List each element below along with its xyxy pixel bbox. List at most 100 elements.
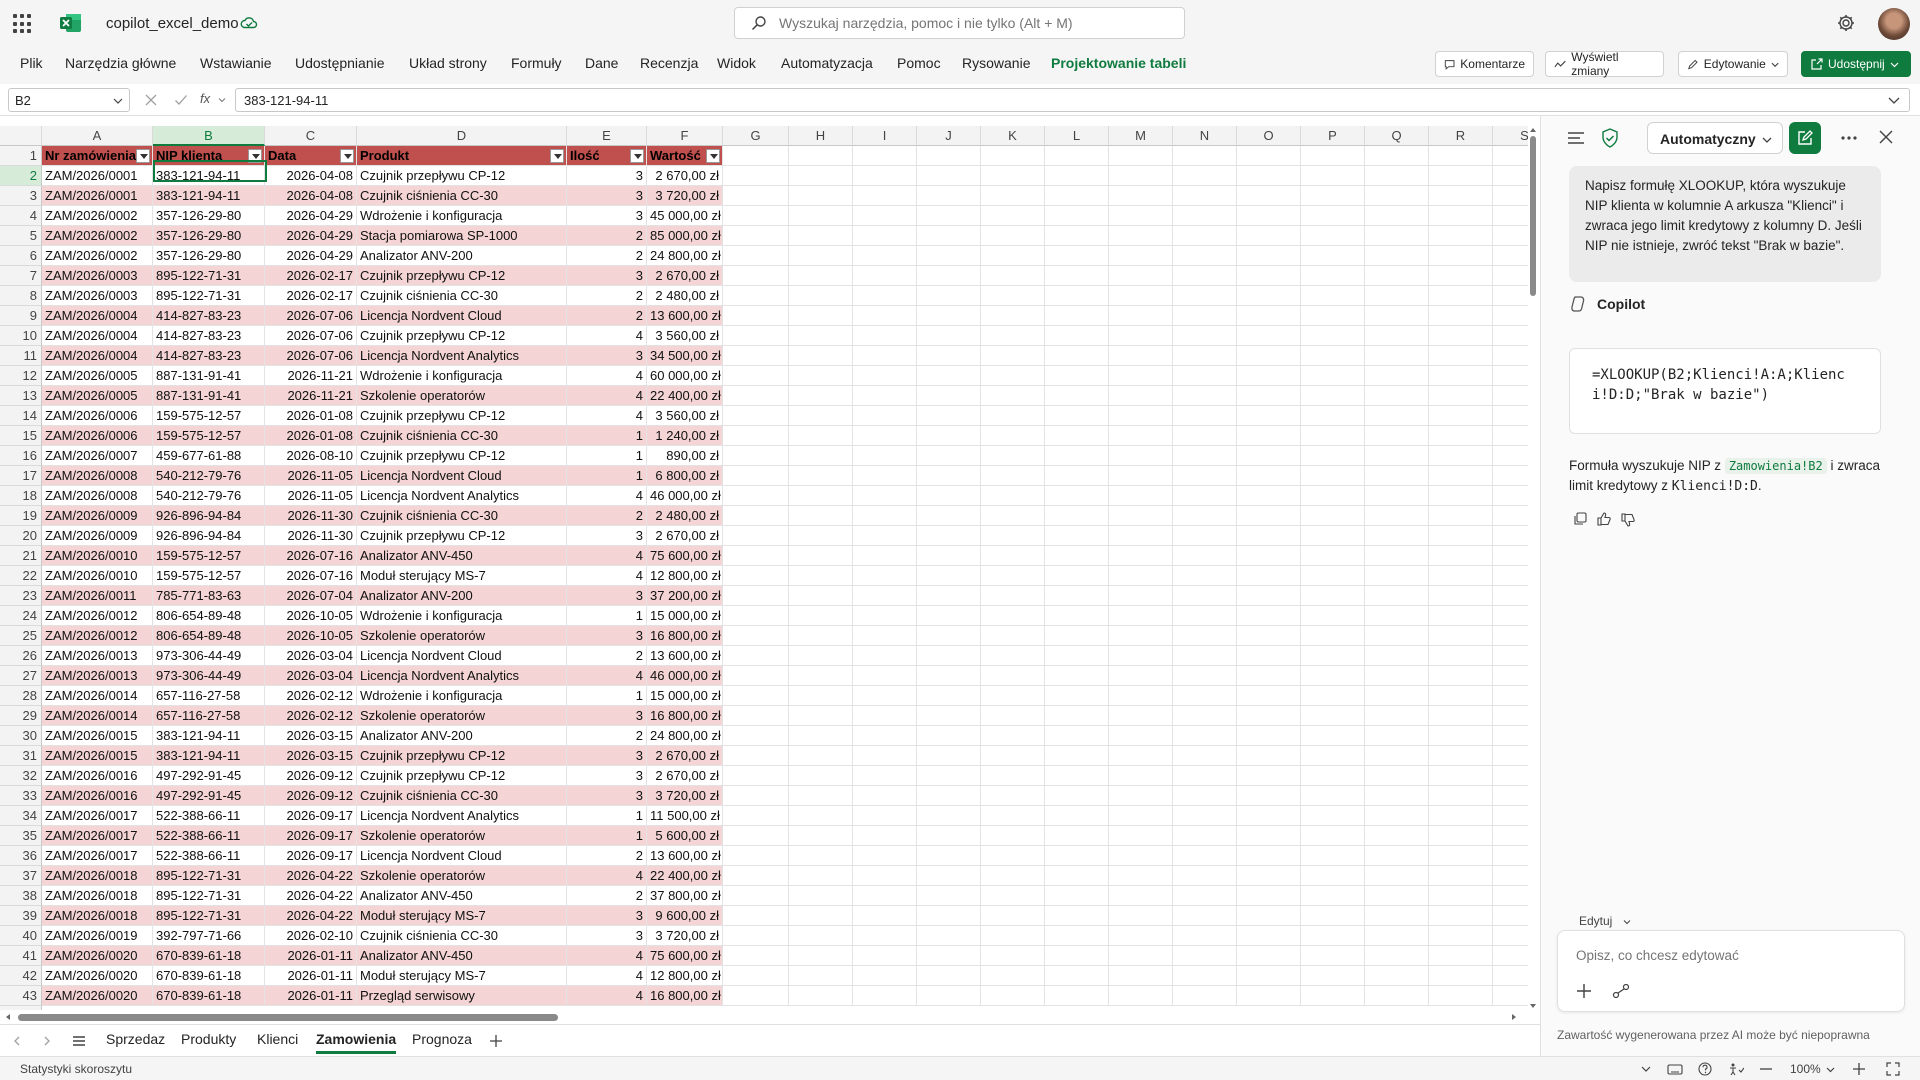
table-cell[interactable]: Analizator ANV-450 xyxy=(357,886,567,906)
table-cell[interactable]: 12 800,00 zł xyxy=(647,966,723,986)
table-cell[interactable]: 159-575-12-57 xyxy=(153,426,265,446)
empty-cell[interactable] xyxy=(981,526,1045,546)
table-cell[interactable]: ZAM/2026/0013 xyxy=(42,666,153,686)
empty-cell[interactable] xyxy=(917,506,981,526)
empty-cell[interactable] xyxy=(1109,566,1173,586)
empty-cell[interactable] xyxy=(917,346,981,366)
empty-cell[interactable] xyxy=(723,846,789,866)
empty-cell[interactable] xyxy=(1365,186,1429,206)
table-cell[interactable]: ZAM/2026/0016 xyxy=(42,766,153,786)
empty-cell[interactable] xyxy=(1173,506,1237,526)
empty-cell[interactable] xyxy=(1301,526,1365,546)
empty-cell[interactable] xyxy=(853,866,917,886)
table-cell[interactable]: 60 000,00 zł xyxy=(647,366,723,386)
table-cell[interactable]: Czujnik przepływu CP-12 xyxy=(357,326,567,346)
horizontal-scroll-thumb[interactable] xyxy=(18,1014,558,1021)
table-cell[interactable]: ZAM/2026/0007 xyxy=(42,446,153,466)
table-cell[interactable]: 2026-09-12 xyxy=(265,766,357,786)
empty-cell[interactable] xyxy=(789,246,853,266)
table-cell[interactable]: 670-839-61-18 xyxy=(153,946,265,966)
empty-cell[interactable] xyxy=(1045,766,1109,786)
empty-cell[interactable] xyxy=(917,986,981,1006)
menu-view[interactable]: Widok xyxy=(717,55,756,71)
empty-cell[interactable] xyxy=(1429,826,1493,846)
table-cell[interactable]: 37 800,00 zł xyxy=(647,886,723,906)
empty-cell[interactable] xyxy=(789,666,853,686)
empty-cell[interactable] xyxy=(1173,766,1237,786)
table-cell[interactable]: 540-212-79-76 xyxy=(153,466,265,486)
empty-cell[interactable] xyxy=(1237,766,1301,786)
row-header[interactable]: 7 xyxy=(0,266,42,286)
table-cell[interactable]: ZAM/2026/0018 xyxy=(42,866,153,886)
empty-cell[interactable] xyxy=(1173,426,1237,446)
table-cell[interactable]: Licencja Nordvent Analytics xyxy=(357,486,567,506)
empty-cell[interactable] xyxy=(1493,706,1528,726)
empty-cell[interactable] xyxy=(789,846,853,866)
empty-cell[interactable] xyxy=(789,886,853,906)
table-cell[interactable]: 2026-08-10 xyxy=(265,446,357,466)
empty-cell[interactable] xyxy=(917,146,981,166)
table-cell[interactable]: 2026-07-06 xyxy=(265,326,357,346)
table-cell[interactable]: 3 xyxy=(567,706,647,726)
empty-cell[interactable] xyxy=(1429,726,1493,746)
empty-cell[interactable] xyxy=(1365,706,1429,726)
empty-cell[interactable] xyxy=(917,686,981,706)
table-cell[interactable]: ZAM/2026/0018 xyxy=(42,906,153,926)
empty-cell[interactable] xyxy=(981,326,1045,346)
table-cell[interactable]: 3 720,00 zł xyxy=(647,186,723,206)
empty-cell[interactable] xyxy=(789,506,853,526)
empty-cell[interactable] xyxy=(1109,546,1173,566)
table-cell[interactable]: 2026-09-12 xyxy=(265,786,357,806)
empty-cell[interactable] xyxy=(1365,626,1429,646)
empty-cell[interactable] xyxy=(1173,326,1237,346)
row-header[interactable]: 12 xyxy=(0,366,42,386)
row-header[interactable]: 8 xyxy=(0,286,42,306)
empty-cell[interactable] xyxy=(723,526,789,546)
empty-cell[interactable] xyxy=(1173,586,1237,606)
empty-cell[interactable] xyxy=(1173,246,1237,266)
empty-cell[interactable] xyxy=(1301,346,1365,366)
empty-cell[interactable] xyxy=(1173,186,1237,206)
table-cell[interactable]: 3 xyxy=(567,346,647,366)
table-cell[interactable]: 2 xyxy=(567,226,647,246)
empty-cell[interactable] xyxy=(723,866,789,886)
empty-cell[interactable] xyxy=(1429,746,1493,766)
edit-mode-label[interactable]: Edytuj xyxy=(1579,914,1612,928)
empty-cell[interactable] xyxy=(1429,146,1493,166)
table-cell[interactable]: 4 xyxy=(567,666,647,686)
empty-cell[interactable] xyxy=(853,686,917,706)
table-cell[interactable]: 459-677-61-88 xyxy=(153,446,265,466)
empty-cell[interactable] xyxy=(723,486,789,506)
table-cell[interactable]: 670-839-61-18 xyxy=(153,966,265,986)
empty-cell[interactable] xyxy=(1237,426,1301,446)
empty-cell[interactable] xyxy=(723,466,789,486)
empty-cell[interactable] xyxy=(981,226,1045,246)
empty-cell[interactable] xyxy=(1173,826,1237,846)
table-cell[interactable]: ZAM/2026/0010 xyxy=(42,566,153,586)
table-cell[interactable]: 3 xyxy=(567,926,647,946)
column-header-n[interactable]: N xyxy=(1173,126,1237,146)
table-header-cell[interactable]: Wartość xyxy=(647,146,723,166)
empty-cell[interactable] xyxy=(1365,506,1429,526)
column-header-a[interactable]: A xyxy=(42,126,153,146)
empty-cell[interactable] xyxy=(1237,626,1301,646)
empty-cell[interactable] xyxy=(1045,906,1109,926)
table-cell[interactable]: ZAM/2026/0003 xyxy=(42,286,153,306)
name-box[interactable]: B2 xyxy=(8,88,130,112)
column-header-k[interactable]: K xyxy=(981,126,1045,146)
empty-cell[interactable] xyxy=(1365,986,1429,1006)
empty-cell[interactable] xyxy=(723,626,789,646)
table-cell[interactable]: 4 xyxy=(567,486,647,506)
table-cell[interactable]: 3 720,00 zł xyxy=(647,786,723,806)
empty-cell[interactable] xyxy=(1429,246,1493,266)
empty-cell[interactable] xyxy=(1237,666,1301,686)
table-cell[interactable]: 383-121-94-11 xyxy=(153,746,265,766)
table-cell[interactable]: 6 800,00 zł xyxy=(647,466,723,486)
table-cell[interactable]: 3 xyxy=(567,266,647,286)
table-cell[interactable]: 2 xyxy=(567,646,647,666)
table-cell[interactable]: 3 560,00 zł xyxy=(647,406,723,426)
empty-cell[interactable] xyxy=(723,406,789,426)
row-header[interactable]: 11 xyxy=(0,346,42,366)
table-cell[interactable]: 926-896-94-84 xyxy=(153,506,265,526)
table-cell[interactable]: 2 480,00 zł xyxy=(647,286,723,306)
